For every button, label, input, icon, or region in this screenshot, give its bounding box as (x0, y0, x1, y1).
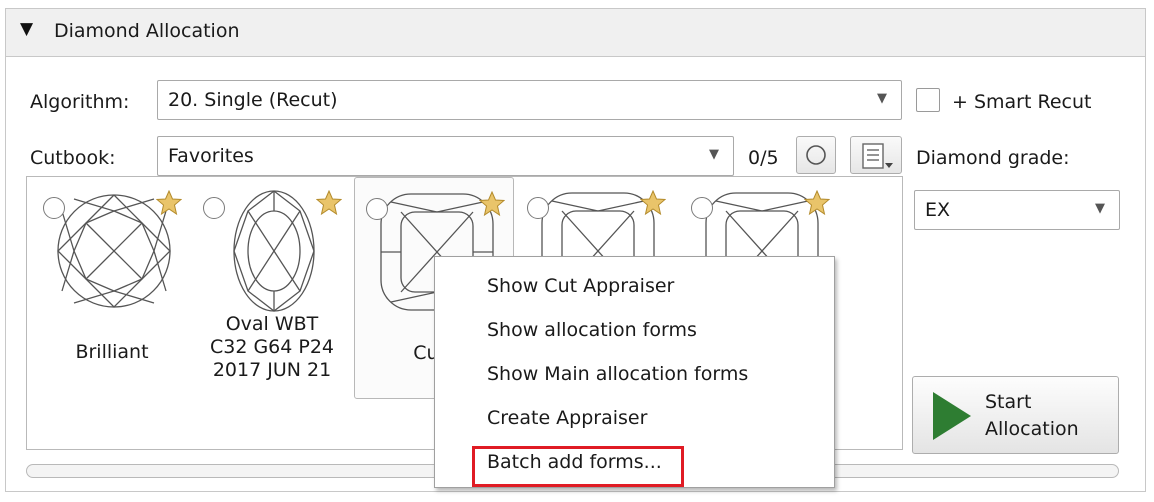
diamond-grade-label: Diamond grade: (916, 147, 1070, 169)
cut-item-brilliant[interactable]: Brilliant (32, 177, 192, 397)
collapse-arrow-icon[interactable]: ▼ (20, 19, 33, 39)
diamond-grade-select[interactable]: EX ▼ (914, 190, 1120, 230)
cutbook-label: Cutbook: (30, 147, 116, 169)
cut-radio[interactable] (691, 197, 713, 219)
smart-recut-label: + Smart Recut (952, 91, 1092, 113)
smart-recut-checkbox[interactable] (916, 88, 940, 112)
cut-name: Oval WBT C32 G64 P24 2017 JUN 21 (209, 313, 335, 381)
panel-header[interactable]: ▼ Diamond Allocation (6, 9, 1145, 57)
chevron-down-icon: ▼ (877, 91, 887, 106)
cut-radio[interactable] (527, 197, 549, 219)
cutbook-counter: 0/5 (748, 147, 779, 169)
favorite-star-icon[interactable] (316, 190, 342, 216)
menu-item-create-appraiser[interactable]: Create Appraiser (487, 407, 647, 437)
cutbook-value: Favorites (168, 145, 254, 167)
cut-radio[interactable] (203, 197, 225, 219)
favorite-star-icon[interactable] (479, 191, 505, 217)
cut-radio[interactable] (43, 197, 65, 219)
chevron-down-icon: ▼ (1095, 201, 1105, 216)
menu-item-show-cut-appraiser[interactable]: Show Cut Appraiser (487, 275, 674, 305)
start-allocation-button[interactable]: Start Allocation (912, 376, 1119, 454)
cut-name: Brilliant (75, 341, 149, 363)
chevron-down-icon: ▼ (709, 147, 719, 162)
diamond-grade-value: EX (925, 199, 951, 221)
favorite-star-icon[interactable] (156, 190, 182, 216)
menu-item-show-main-allocation-forms[interactable]: Show Main allocation forms (487, 363, 748, 393)
algorithm-select[interactable]: 20. Single (Recut) ▼ (157, 80, 902, 120)
circle-icon (806, 145, 826, 165)
menu-item-show-allocation-forms[interactable]: Show allocation forms (487, 319, 697, 349)
cut-item-oval[interactable]: Oval WBT C32 G64 P24 2017 JUN 21 (192, 177, 352, 397)
favorite-star-icon[interactable] (804, 190, 830, 216)
list-menu-button[interactable] (850, 136, 902, 174)
select-all-button[interactable] (796, 136, 836, 174)
highlight-annotation (472, 446, 684, 487)
cut-radio[interactable] (366, 198, 388, 220)
play-icon (933, 392, 971, 440)
cutbook-select[interactable]: Favorites ▼ (157, 136, 734, 176)
favorite-star-icon[interactable] (640, 190, 666, 216)
algorithm-value: 20. Single (Recut) (168, 89, 338, 111)
algorithm-label: Algorithm: (30, 91, 130, 113)
list-icon (862, 143, 893, 169)
panel-title: Diamond Allocation (54, 20, 240, 42)
start-allocation-label: Start Allocation (985, 391, 1079, 440)
